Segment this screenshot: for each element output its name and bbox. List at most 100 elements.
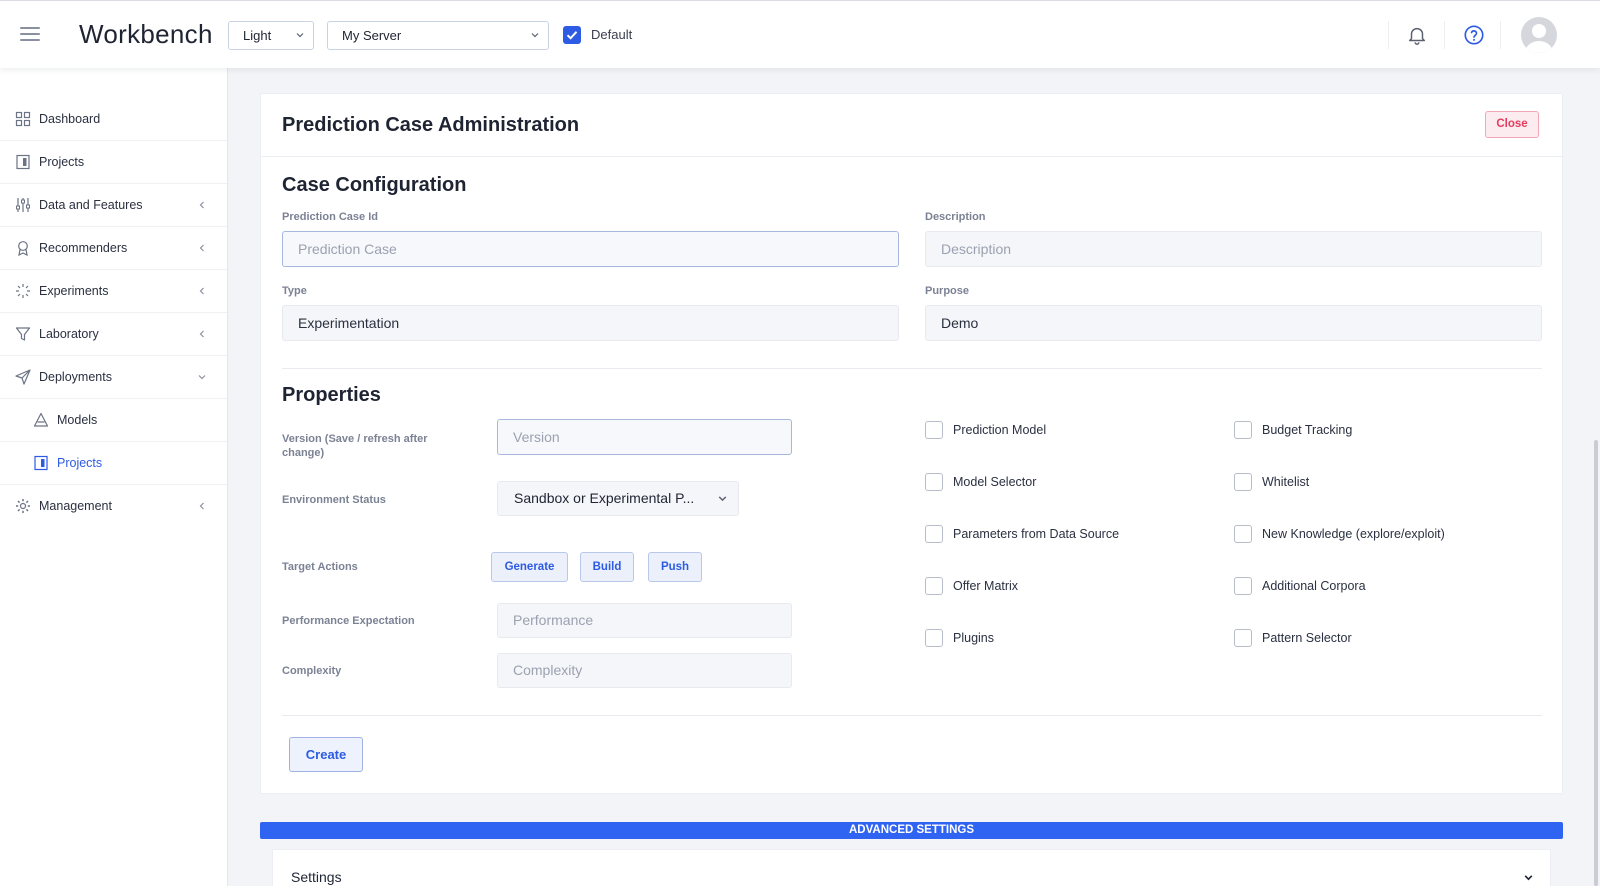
help-icon[interactable] [1463, 24, 1485, 46]
sidebar-item-management[interactable]: Management [0, 485, 227, 528]
sidebar-item-label: Recommenders [39, 241, 128, 255]
sidebar-item-label: Models [57, 413, 98, 427]
budget-tracking-label: Budget Tracking [1262, 423, 1353, 437]
parameters-from-data-source-checkbox[interactable] [925, 525, 943, 543]
prediction-model-checkbox[interactable] [925, 421, 943, 439]
check-icon [566, 31, 578, 40]
sidebar-item-label: Projects [57, 456, 103, 470]
default-label: Default [591, 27, 633, 42]
description-label: Description [925, 211, 986, 223]
offer-matrix-checkbox[interactable] [925, 577, 943, 595]
chevron-left-icon [199, 502, 204, 510]
app-title: Workbench [79, 19, 213, 49]
header-divider [1500, 21, 1501, 49]
loader-icon [16, 284, 30, 298]
sidebar-item-label: Experiments [39, 284, 109, 298]
plugins-checkbox[interactable] [925, 629, 943, 647]
chevron-down-icon [718, 496, 727, 502]
purpose-field[interactable]: Demo [925, 305, 1542, 341]
settings-label: Settings [291, 869, 342, 885]
pattern-selector-label: Pattern Selector [1262, 631, 1352, 645]
plugins-label: Plugins [953, 631, 994, 645]
create-button[interactable]: Create [289, 737, 363, 772]
target-actions-label: Target Actions [282, 561, 358, 573]
additional-corpora-checkbox[interactable] [1234, 577, 1252, 595]
case-id-label: Prediction Case Id [282, 211, 378, 223]
additional-corpora-label: Additional Corpora [1262, 579, 1366, 593]
sidebar-item-recommenders[interactable]: Recommenders [0, 227, 227, 270]
case-id-input[interactable]: Prediction Case [282, 231, 899, 267]
whitelist-label: Whitelist [1262, 475, 1310, 489]
sidebar-item-laboratory[interactable]: Laboratory [0, 313, 227, 356]
settings-panel[interactable]: Settings [272, 849, 1551, 886]
gear-icon [16, 499, 30, 513]
sidebar-item-label: Deployments [39, 370, 112, 384]
scrollbar[interactable] [1594, 440, 1598, 886]
triangle-icon [33, 412, 49, 427]
description-input[interactable]: Description [925, 231, 1542, 267]
sidebar-item-label: Projects [39, 155, 85, 169]
prediction-model-label: Prediction Model [953, 423, 1047, 437]
chevron-down-icon [531, 33, 539, 38]
push-button[interactable]: Push [648, 552, 702, 582]
generate-button[interactable]: Generate [491, 552, 568, 582]
divider [282, 368, 1542, 369]
chevron-down-icon [198, 375, 206, 380]
model-selector-checkbox[interactable] [925, 473, 943, 491]
type-label: Type [282, 285, 307, 297]
default-checkbox[interactable] [563, 26, 581, 44]
close-button[interactable]: Close [1485, 111, 1539, 138]
bell-icon[interactable] [1406, 24, 1428, 46]
menu-icon[interactable] [20, 27, 40, 43]
type-field[interactable]: Experimentation [282, 305, 899, 341]
advanced-settings-bar[interactable]: ADVANCED SETTINGS [260, 822, 1563, 839]
performance-input[interactable]: Performance [497, 603, 792, 638]
sidebar-item-label: Laboratory [39, 327, 99, 341]
header-divider [1444, 21, 1445, 49]
sidebar-item-label: Dashboard [39, 112, 101, 126]
performance-label: Performance Expectation [282, 615, 415, 627]
divider [261, 156, 1564, 157]
chevron-left-icon [199, 287, 204, 295]
environment-status-label: Environment Status [282, 494, 386, 506]
sidebar-item-deployment-projects[interactable]: Projects [0, 442, 227, 485]
sidebar-item-label: Data and Features [39, 198, 143, 212]
parameters-from-data-source-label: Parameters from Data Source [953, 527, 1120, 541]
complexity-label: Complexity [282, 665, 342, 677]
avatar[interactable] [1521, 17, 1557, 53]
new-knowledge-checkbox[interactable] [1234, 525, 1252, 543]
new-knowledge-label: New Knowledge (explore/exploit) [1262, 527, 1445, 541]
user-icon [1525, 24, 1553, 53]
chevron-down-icon [296, 33, 304, 38]
sidebar-item-experiments[interactable]: Experiments [0, 270, 227, 313]
send-icon [15, 369, 31, 385]
top-header: Workbench Light My Server Default [0, 0, 1600, 68]
server-select-value: My Server [342, 28, 402, 43]
whitelist-checkbox[interactable] [1234, 473, 1252, 491]
award-icon [18, 241, 28, 256]
budget-tracking-checkbox[interactable] [1234, 421, 1252, 439]
sidebar-item-deployments[interactable]: Deployments [0, 356, 227, 399]
theme-select-value: Light [243, 28, 272, 43]
book-icon [16, 154, 30, 170]
book-icon [34, 455, 48, 471]
environment-status-value: Sandbox or Experimental P... [514, 490, 695, 506]
chevron-left-icon [199, 244, 204, 252]
complexity-input[interactable]: Complexity [497, 653, 792, 688]
server-select[interactable]: My Server [327, 21, 549, 50]
theme-select[interactable]: Light [228, 21, 314, 50]
offer-matrix-label: Offer Matrix [953, 579, 1019, 593]
properties-title: Properties [282, 384, 381, 406]
sidebar-item-projects[interactable]: Projects [0, 141, 227, 184]
sidebar-item-models[interactable]: Models [0, 399, 227, 442]
sidebar-item-data-and-features[interactable]: Data and Features [0, 184, 227, 227]
sidebar-item-dashboard[interactable]: Dashboard [0, 98, 227, 141]
sidebar: Dashboard Projects Data and Features Rec… [0, 68, 228, 886]
chevron-left-icon [199, 201, 204, 209]
sidebar-item-label: Management [39, 499, 112, 513]
version-input[interactable]: Version [497, 419, 792, 455]
pattern-selector-checkbox[interactable] [1234, 629, 1252, 647]
environment-status-select[interactable]: Sandbox or Experimental P... [497, 481, 739, 516]
build-button[interactable]: Build [580, 552, 634, 582]
filter-icon [15, 327, 31, 341]
